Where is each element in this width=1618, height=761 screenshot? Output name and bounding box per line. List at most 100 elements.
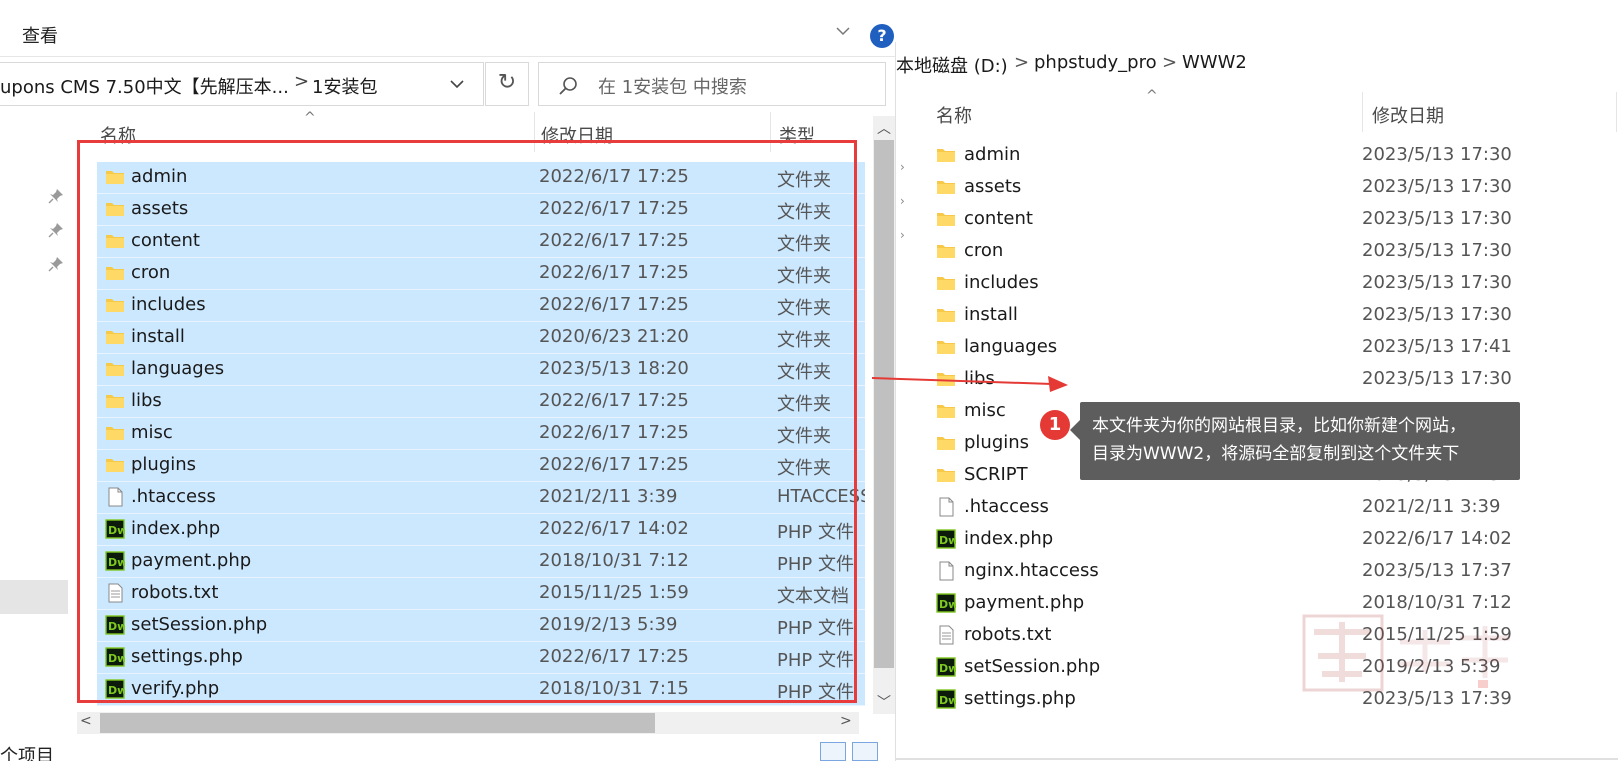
folder-icon [936, 465, 956, 485]
folder-icon [936, 145, 956, 165]
details-view-button[interactable] [820, 742, 846, 761]
column-header-name[interactable]: 名称 [936, 102, 972, 128]
folder-icon [936, 401, 956, 421]
file-name: content [964, 208, 1033, 229]
file-name: admin [964, 144, 1021, 165]
file-name: cron [964, 240, 1004, 261]
file-modified: 2023/5/13 17:30 [1362, 240, 1512, 261]
sort-up-icon: ^ [304, 110, 316, 126]
address-path-prefix[interactable]: upons CMS 7.50中文【先解压本... [0, 73, 289, 99]
file-icon [936, 561, 956, 581]
file-modified: 2023/5/13 17:30 [1362, 208, 1512, 229]
chevron-down-icon[interactable] [836, 24, 850, 38]
source-explorer-window: 查看 ? upons CMS 7.50中文【先解压本... > 1安装包 ↻ 在… [0, 0, 895, 761]
folder-icon [936, 273, 956, 293]
pin-icon[interactable]: › [900, 228, 908, 242]
horizontal-scrollbar-thumb[interactable] [100, 713, 655, 733]
svg-text:Dw: Dw [939, 534, 956, 547]
annotation-line-2: 目录为WWW2，将源码全部复制到这个文件夹下 [1092, 444, 1460, 464]
column-header-modified[interactable]: 修改日期 [1372, 102, 1444, 128]
pin-icon[interactable]: › [900, 160, 908, 174]
folder-icon [936, 337, 956, 357]
file-name: .htaccess [964, 496, 1049, 517]
scroll-down-icon[interactable]: ﹀ [877, 692, 891, 712]
file-row[interactable]: languages 2023/5/13 17:41 [936, 332, 1616, 364]
breadcrumb-phpstudy[interactable]: phpstudy_pro [1034, 52, 1157, 73]
file-name: includes [964, 272, 1039, 293]
file-name: payment.php [964, 592, 1085, 613]
breadcrumb-separator: > [1162, 52, 1178, 73]
file-row[interactable]: install 2023/5/13 17:30 [936, 300, 1616, 332]
file-name: settings.php [964, 688, 1076, 709]
breadcrumb-separator: > [1014, 52, 1030, 73]
file-name: install [964, 304, 1018, 325]
large-icons-view-button[interactable] [852, 742, 878, 761]
file-modified: 2022/6/17 14:02 [1362, 528, 1512, 549]
address-current-folder[interactable]: 1安装包 [312, 73, 377, 99]
pin-icon[interactable] [48, 188, 64, 204]
address-dropdown-icon[interactable] [450, 78, 464, 90]
file-name: index.php [964, 528, 1054, 549]
search-icon [559, 77, 577, 95]
divider [0, 56, 895, 57]
tooltip-pointer [1070, 420, 1080, 440]
refresh-button[interactable]: ↻ [485, 62, 529, 106]
file-modified: 2023/5/13 17:30 [1362, 368, 1512, 389]
text-file-icon [936, 625, 956, 645]
scroll-up-icon[interactable]: ︿ [877, 118, 891, 138]
file-row[interactable]: admin 2023/5/13 17:30 [936, 140, 1616, 172]
dw-php-icon: Dw [936, 689, 958, 709]
annotation-line-1: 本文件夹为你的网站根目录，比如你新建个网站， [1092, 416, 1466, 436]
svg-text:Dw: Dw [939, 662, 956, 675]
divider [896, 758, 1618, 760]
file-modified: 2023/5/13 17:30 [1362, 272, 1512, 293]
file-modified: 2023/5/13 17:37 [1362, 560, 1512, 581]
file-modified: 2023/5/13 17:30 [1362, 304, 1512, 325]
nav-pane-selected-item[interactable] [0, 580, 68, 614]
file-row[interactable]: Dw index.php 2022/6/17 14:02 [936, 524, 1616, 556]
scroll-right-icon[interactable]: > [840, 713, 852, 729]
column-divider[interactable] [1362, 92, 1363, 132]
file-row[interactable]: nginx.htaccess 2023/5/13 17:37 [936, 556, 1616, 588]
file-row[interactable]: assets 2023/5/13 17:30 [936, 172, 1616, 204]
file-name: languages [964, 336, 1058, 357]
breadcrumb-www2[interactable]: WWW2 [1182, 52, 1247, 73]
svg-text:Dw: Dw [939, 598, 956, 611]
file-modified: 2023/5/13 17:30 [1362, 176, 1512, 197]
dw-php-icon: Dw [936, 657, 958, 677]
help-icon[interactable]: ? [870, 24, 894, 48]
scroll-left-icon[interactable]: < [80, 713, 92, 729]
highlight-box [77, 140, 857, 703]
file-row[interactable]: .htaccess 2021/2/11 3:39 [936, 492, 1616, 524]
folder-icon [936, 305, 956, 325]
step-badge: 1 [1040, 410, 1070, 440]
watermark-seal-image [1302, 614, 1510, 692]
pin-icon[interactable] [48, 256, 64, 272]
folder-icon [936, 209, 956, 229]
folder-icon [936, 241, 956, 261]
status-item-count: 个项目 [0, 746, 54, 761]
file-row[interactable]: includes 2023/5/13 17:30 [936, 268, 1616, 300]
search-placeholder[interactable]: 在 1安装包 中搜索 [598, 73, 747, 99]
dw-php-icon: Dw [936, 593, 958, 613]
file-row[interactable]: cron 2023/5/13 17:30 [936, 236, 1616, 268]
file-row[interactable]: content 2023/5/13 17:30 [936, 204, 1616, 236]
ribbon-view-tab[interactable]: 查看 [22, 22, 58, 48]
address-separator: > [294, 71, 310, 92]
vertical-scrollbar-thumb[interactable] [874, 140, 894, 668]
file-name: nginx.htaccess [964, 560, 1099, 581]
pin-icon[interactable] [48, 222, 64, 238]
folder-icon [936, 177, 956, 197]
file-modified: 2023/5/13 17:30 [1362, 144, 1512, 165]
breadcrumb-drive[interactable]: 本地磁盘 (D:) [896, 52, 1008, 78]
pin-icon[interactable]: › [900, 194, 908, 208]
file-modified: 2023/5/13 17:41 [1362, 336, 1512, 357]
column-divider[interactable] [1616, 92, 1617, 132]
file-modified: 2018/10/31 7:12 [1362, 592, 1512, 613]
file-name: robots.txt [964, 624, 1052, 645]
file-name: plugins [964, 432, 1030, 453]
file-name: SCRIPT [964, 464, 1028, 485]
svg-text:Dw: Dw [939, 694, 956, 707]
file-name: assets [964, 176, 1022, 197]
sort-up-icon: ^ [1146, 88, 1158, 104]
